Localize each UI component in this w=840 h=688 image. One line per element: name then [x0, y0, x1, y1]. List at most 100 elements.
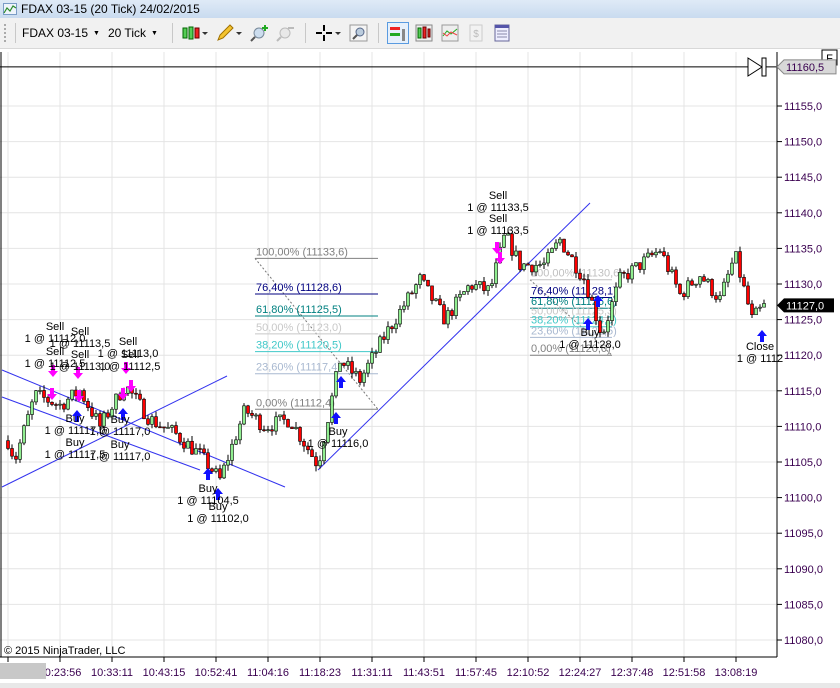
candle-up: [194, 448, 198, 455]
candle-down: [570, 254, 574, 258]
candle-down: [382, 336, 386, 340]
candle-up: [434, 298, 438, 301]
candle-up: [330, 395, 334, 423]
candle-up: [514, 250, 518, 256]
period-selector[interactable]: 20 Tick ▼: [108, 26, 158, 40]
toolbar-grip[interactable]: [4, 24, 9, 42]
y-tick-label: 11080,0: [784, 635, 823, 647]
trade-detail-label: 1 @ 11133,5: [467, 225, 529, 237]
x-tick-label: 12:24:27: [559, 667, 602, 679]
fibonacci-retracements[interactable]: 100,00% (11133,6) 76,40% (11128,6) 61,80% …: [254, 246, 623, 410]
candle-down: [218, 468, 222, 479]
toolbar-divider: [171, 23, 173, 43]
candle-up: [554, 242, 558, 249]
chart-toolbar: FDAX 03-15 ▼ 20 Tick ▼ $: [0, 18, 840, 49]
trade-detail-label: 1 @ 11102,0: [187, 513, 249, 525]
trade-action-label: Sell: [489, 213, 507, 225]
y-tick-label: 11090,0: [784, 564, 823, 576]
candle-up: [186, 440, 190, 449]
candle-down: [742, 277, 746, 287]
candle-up: [698, 276, 702, 285]
y-tick-label: 11135,0: [784, 243, 822, 255]
y-tick-label: 11105,0: [784, 457, 822, 469]
pencil-draw-icon: [217, 24, 242, 41]
candle-up: [278, 414, 282, 418]
candle-up: [462, 291, 466, 295]
candle-down: [710, 279, 714, 296]
candle-up: [534, 264, 538, 273]
x-tick-label: 13:08:19: [715, 667, 758, 679]
title-bar: FDAX 03-15 (20 Tick) 24/02/2015: [0, 0, 840, 18]
crosshair-icon: [315, 25, 341, 41]
candle-up: [394, 323, 398, 330]
horizontal-scrollbar[interactable]: [0, 683, 840, 688]
candle-down: [206, 452, 210, 470]
candle-down: [582, 278, 586, 281]
instrument-selector[interactable]: FDAX 03-15 ▼: [22, 26, 100, 40]
candle-up: [646, 252, 650, 258]
candle-up: [490, 283, 494, 287]
scroll-to-end-button[interactable]: [747, 57, 767, 77]
zoom-in-icon: [250, 25, 268, 42]
fib-level-label: 100,00% (11133,6): [256, 246, 348, 258]
indicators-button[interactable]: [439, 22, 461, 44]
chart-trader-button[interactable]: [386, 22, 409, 44]
candle-up: [94, 413, 98, 417]
candle-down: [526, 263, 530, 266]
candle-up: [26, 414, 30, 427]
candle-down: [142, 398, 146, 420]
strategies-button[interactable]: $: [465, 22, 487, 44]
candlestick-style-button[interactable]: [181, 22, 211, 44]
candle-up: [486, 285, 490, 291]
candle-down: [14, 455, 18, 460]
magnify-button[interactable]: [348, 22, 370, 44]
candle-up: [618, 272, 622, 288]
fib-level-label: 76,40% (11128,6): [256, 282, 342, 294]
candle-down: [702, 276, 706, 282]
candle-up: [70, 389, 74, 400]
candle-up: [66, 398, 70, 410]
candle-up: [334, 371, 338, 397]
period-label: 20 Tick: [107, 26, 146, 40]
zoom-in-button[interactable]: [249, 22, 271, 44]
y-axis-ticks: 11155,0 11150,0 11145,0 11140,0 11135,0 11130…: [777, 101, 823, 647]
candle-down: [86, 401, 90, 408]
candle-down: [6, 440, 10, 449]
x-tick-label: 10:33:11: [91, 667, 133, 679]
candle-up: [722, 281, 726, 296]
zoom-out-button[interactable]: [275, 22, 297, 44]
trade-detail-label: 1 @ 11117,0: [90, 451, 151, 463]
drawing-tools-button[interactable]: [215, 22, 245, 44]
trade-action-label: Buy: [111, 439, 130, 451]
candle-down: [714, 295, 718, 300]
candle-up: [610, 301, 614, 321]
candle-up: [634, 262, 638, 267]
candle-down: [250, 413, 254, 416]
candle-down: [202, 448, 206, 454]
candle-down: [666, 255, 670, 272]
candle-up: [538, 264, 542, 266]
trade-action-label: Close: [746, 341, 774, 353]
candle-up: [402, 305, 406, 310]
candlestick-style-icon: [182, 26, 208, 40]
candle-up: [22, 425, 26, 444]
candle-up: [550, 248, 554, 253]
properties-button[interactable]: [491, 22, 513, 44]
candle-up: [170, 425, 174, 428]
candle-down: [154, 416, 158, 428]
candle-down: [574, 256, 578, 274]
y-tick-label: 11145,0: [784, 172, 822, 184]
crosshair-button[interactable]: [314, 22, 344, 44]
data-box-button[interactable]: [413, 22, 435, 44]
candle-down: [134, 392, 138, 395]
y-tick-label: 11095,0: [784, 528, 823, 540]
x-tick-label: 10:43:15: [143, 667, 186, 679]
x-tick-label: 11:57:45: [455, 667, 497, 679]
chart-trader-icon: [389, 27, 405, 41]
magnify-icon: [349, 24, 368, 42]
candle-down: [530, 264, 534, 273]
candle-up: [166, 427, 170, 429]
trade-action-label: Buy: [581, 327, 600, 339]
candle-up: [386, 326, 390, 340]
price-chart[interactable]: 100,00% (11133,6) 76,40% (11128,6) 61,80% …: [0, 48, 840, 688]
